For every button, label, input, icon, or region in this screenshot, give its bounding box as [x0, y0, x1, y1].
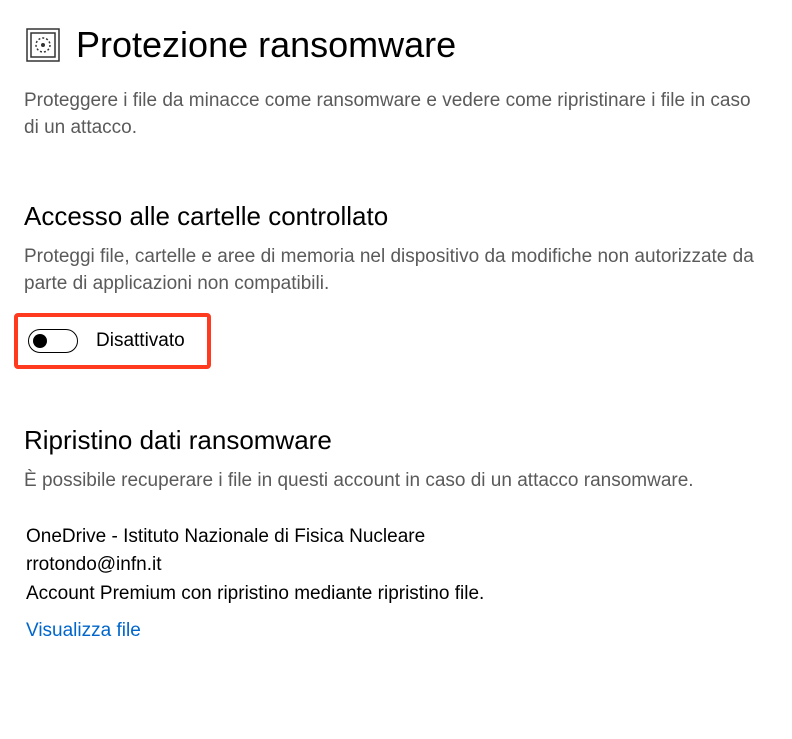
controlled-access-title: Accesso alle cartelle controllato: [24, 201, 768, 232]
toggle-knob: [33, 334, 47, 348]
ransomware-protection-icon: [24, 26, 62, 64]
controlled-access-toggle[interactable]: [28, 329, 78, 353]
onedrive-account-email: rrotondo@infn.it: [26, 551, 768, 580]
onedrive-account-name: OneDrive - Istituto Nazionale di Fisica …: [26, 523, 768, 552]
recovery-description: È possibile recuperare i file in questi …: [24, 468, 768, 495]
view-files-link[interactable]: Visualizza file: [26, 620, 141, 642]
onedrive-account-info: Account Premium con ripristino mediante …: [26, 580, 768, 609]
page-description: Proteggere i file da minacce come ransom…: [24, 88, 768, 141]
controlled-access-description: Proteggi file, cartelle e aree di memori…: [24, 244, 768, 297]
controlled-folder-access-section: Accesso alle cartelle controllato Proteg…: [24, 201, 768, 409]
toggle-highlight-box: Disattivato: [14, 313, 211, 369]
page-title: Protezione ransomware: [76, 24, 456, 66]
page-header: Protezione ransomware: [24, 24, 768, 66]
recovery-title: Ripristino dati ransomware: [24, 425, 768, 456]
ransomware-recovery-section: Ripristino dati ransomware È possibile r…: [24, 425, 768, 642]
toggle-state-label: Disattivato: [96, 330, 185, 352]
